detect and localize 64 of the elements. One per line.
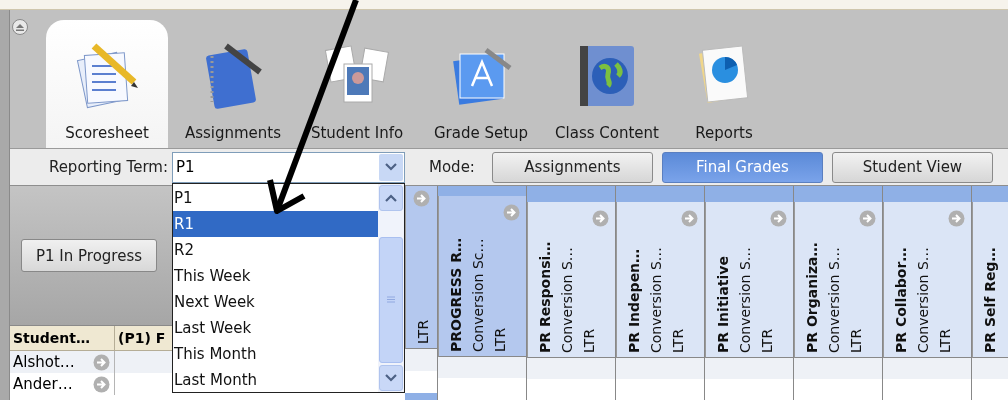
dropdown-option[interactable]: Last Week (173, 314, 378, 341)
reporting-term-label: Reporting Term: (48, 158, 168, 176)
toolbar-tab[interactable]: Reports (674, 20, 774, 148)
column-unit: LTR (936, 327, 954, 353)
grade-column-header[interactable]: PR Organiza… Conversion S… LTR (794, 202, 882, 358)
grade-column-header[interactable]: PR Initiative Conversion S… LTR (705, 202, 793, 358)
tab-label: Assignments (184, 124, 282, 142)
column-title: PR Responsi… (536, 240, 554, 353)
column-unit: LTR (758, 327, 776, 353)
column-header[interactable]: Student… (10, 326, 115, 350)
column-unit: LTR (669, 327, 687, 353)
grade-column-header[interactable]: PR Collabor… Conversion S… LTR (883, 202, 971, 358)
column-subtitle: Conversion Sc… (469, 237, 487, 352)
column-subtitle: Conversion S… (736, 246, 754, 353)
column-title: PROGRESS R… (447, 236, 465, 352)
scroll-thumb[interactable] (379, 236, 403, 363)
scroll-down-button[interactable] (379, 364, 403, 391)
dropdown-option[interactable]: Last Month (173, 366, 378, 393)
column-title: PR Indepen… (625, 247, 643, 353)
reporting-term-select[interactable]: P1 (172, 151, 405, 183)
column-title: PR Self Reg… (981, 246, 999, 353)
tab-label: Class Content (555, 124, 659, 142)
grade-column-header[interactable]: PR Indepen… Conversion S… LTR (616, 202, 704, 358)
dropdown-option[interactable]: P1 (173, 184, 378, 211)
toolbar-tab[interactable]: Assignments (174, 20, 292, 148)
dropdown-option[interactable]: This Week (173, 262, 378, 289)
column-subtitle: Conversion S… (558, 246, 576, 353)
chevron-up-icon (385, 193, 397, 202)
collapse-icon[interactable] (12, 19, 28, 35)
grade-column-header[interactable]: LTR (405, 186, 437, 349)
toolbar-tab[interactable]: Class Content (546, 20, 668, 148)
tab-label: Scoresheet (65, 124, 149, 142)
mode-button[interactable]: Assignments (491, 151, 653, 183)
column-unit: LTR (414, 318, 432, 344)
dropdown-option[interactable]: R2 (173, 236, 378, 263)
column-unit: LTR (491, 326, 509, 352)
column-title: PR Initiative (714, 255, 732, 353)
dropdown-option[interactable]: Next Week (173, 288, 378, 315)
dropdown-option[interactable]: R1 (173, 210, 378, 237)
column-subtitle: Conversion S… (914, 246, 932, 353)
toolbar-tab[interactable]: Student Info (298, 20, 416, 148)
student-name: Ander… (13, 375, 73, 393)
column-unit: LTR (580, 327, 598, 353)
chevron-down-icon (385, 163, 397, 171)
scroll-up-button[interactable] (379, 184, 403, 211)
tab-label: Student Info (310, 124, 404, 142)
column-subtitle: Conversion S… (825, 246, 843, 353)
column-title: PR Collabor… (892, 246, 910, 353)
grade-column-header[interactable]: PR Responsi… Conversion S… LTR (527, 202, 615, 358)
mode-button[interactable]: Student View (831, 151, 993, 183)
student-name: Alshot… (13, 353, 75, 371)
column-unit: LTR (847, 327, 865, 353)
dropdown-option[interactable]: This Month (173, 340, 378, 367)
status-button[interactable]: P1 In Progress (21, 239, 158, 272)
chevron-down-icon (385, 373, 397, 382)
grade-column-header[interactable]: PROGRESS R… Conversion Sc… LTR (438, 196, 526, 357)
toolbar-tab[interactable]: Scoresheet (46, 20, 168, 148)
toolbar-tab[interactable]: Grade Setup (422, 20, 540, 148)
mode-label: Mode: (429, 158, 475, 176)
column-subtitle: Conversion S… (647, 246, 665, 353)
grade-column-header[interactable]: PR Self Reg… (972, 202, 1008, 358)
tab-label: Grade Setup (433, 124, 529, 142)
column-title: PR Organiza… (803, 241, 821, 353)
tab-label: Reports (695, 124, 753, 142)
